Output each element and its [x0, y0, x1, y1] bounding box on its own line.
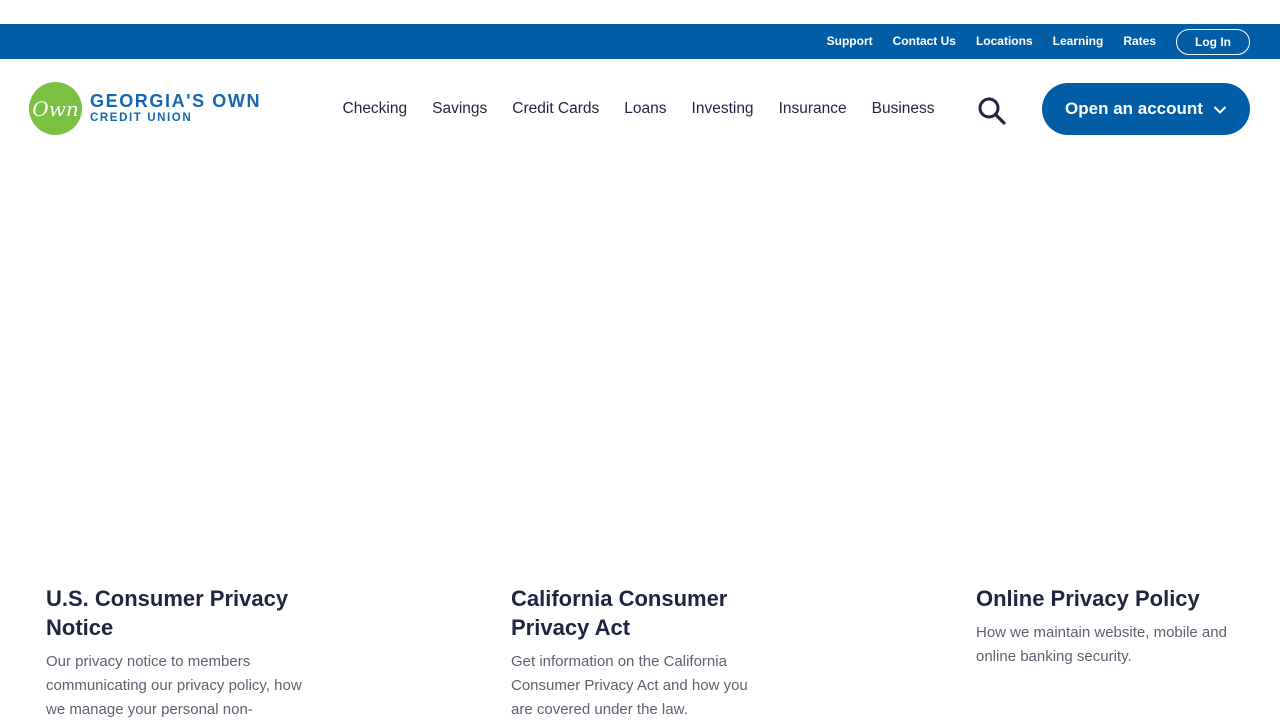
open-account-label: Open an account	[1065, 99, 1203, 118]
main-nav: Checking Savings Credit Cards Loans Inve…	[330, 59, 947, 159]
logo-wordmark: GEORGIA'S OWN CREDIT UNION	[90, 92, 261, 125]
top-spacer	[0, 0, 1280, 24]
card-online-privacy[interactable]: Online Privacy Policy How we maintain we…	[976, 584, 1236, 669]
nav-item-insurance[interactable]: Insurance	[779, 100, 847, 118]
chevron-down-icon	[1213, 102, 1227, 116]
logo-line-2: CREDIT UNION	[90, 112, 193, 124]
main-header: Own GEORGIA'S OWN CREDIT UNION Checking …	[0, 59, 1280, 159]
search-icon[interactable]	[976, 95, 1008, 127]
nav-item-investing[interactable]: Investing	[692, 100, 754, 118]
nav-item-checking[interactable]: Checking	[343, 100, 408, 118]
card-title[interactable]: U.S. Consumer Privacy Notice	[46, 584, 316, 642]
nav-item-loans[interactable]: Loans	[624, 100, 666, 118]
nav-item-business[interactable]: Business	[872, 100, 935, 118]
utility-bar: Support Contact Us Locations Learning Ra…	[0, 24, 1280, 59]
card-description: Our privacy notice to members communicat…	[46, 653, 302, 718]
nav-item-credit-cards[interactable]: Credit Cards	[512, 100, 599, 118]
card-us-consumer-privacy[interactable]: U.S. Consumer Privacy Notice Our privacy…	[46, 584, 316, 720]
card-california-privacy[interactable]: California Consumer Privacy Act Get info…	[511, 584, 773, 720]
logo-badge: Own	[29, 82, 82, 135]
login-button[interactable]: Log In	[1176, 28, 1250, 55]
card-title[interactable]: Online Privacy Policy	[976, 584, 1236, 613]
nav-item-savings[interactable]: Savings	[432, 100, 487, 118]
logo[interactable]: Own GEORGIA'S OWN CREDIT UNION	[29, 82, 261, 135]
utility-link-rates[interactable]: Rates	[1123, 24, 1156, 59]
card-description: Get information on the California Consum…	[511, 653, 748, 718]
utility-link-locations[interactable]: Locations	[976, 24, 1033, 59]
logo-line-1: GEORGIA'S OWN	[90, 91, 262, 111]
card-description: How we maintain website, mobile and onli…	[976, 624, 1227, 665]
utility-link-support[interactable]: Support	[827, 24, 873, 59]
utility-link-learning[interactable]: Learning	[1053, 24, 1104, 59]
open-account-button[interactable]: Open an account	[1042, 83, 1250, 135]
card-title[interactable]: California Consumer Privacy Act	[511, 584, 773, 642]
utility-link-contact-us[interactable]: Contact Us	[893, 24, 956, 59]
